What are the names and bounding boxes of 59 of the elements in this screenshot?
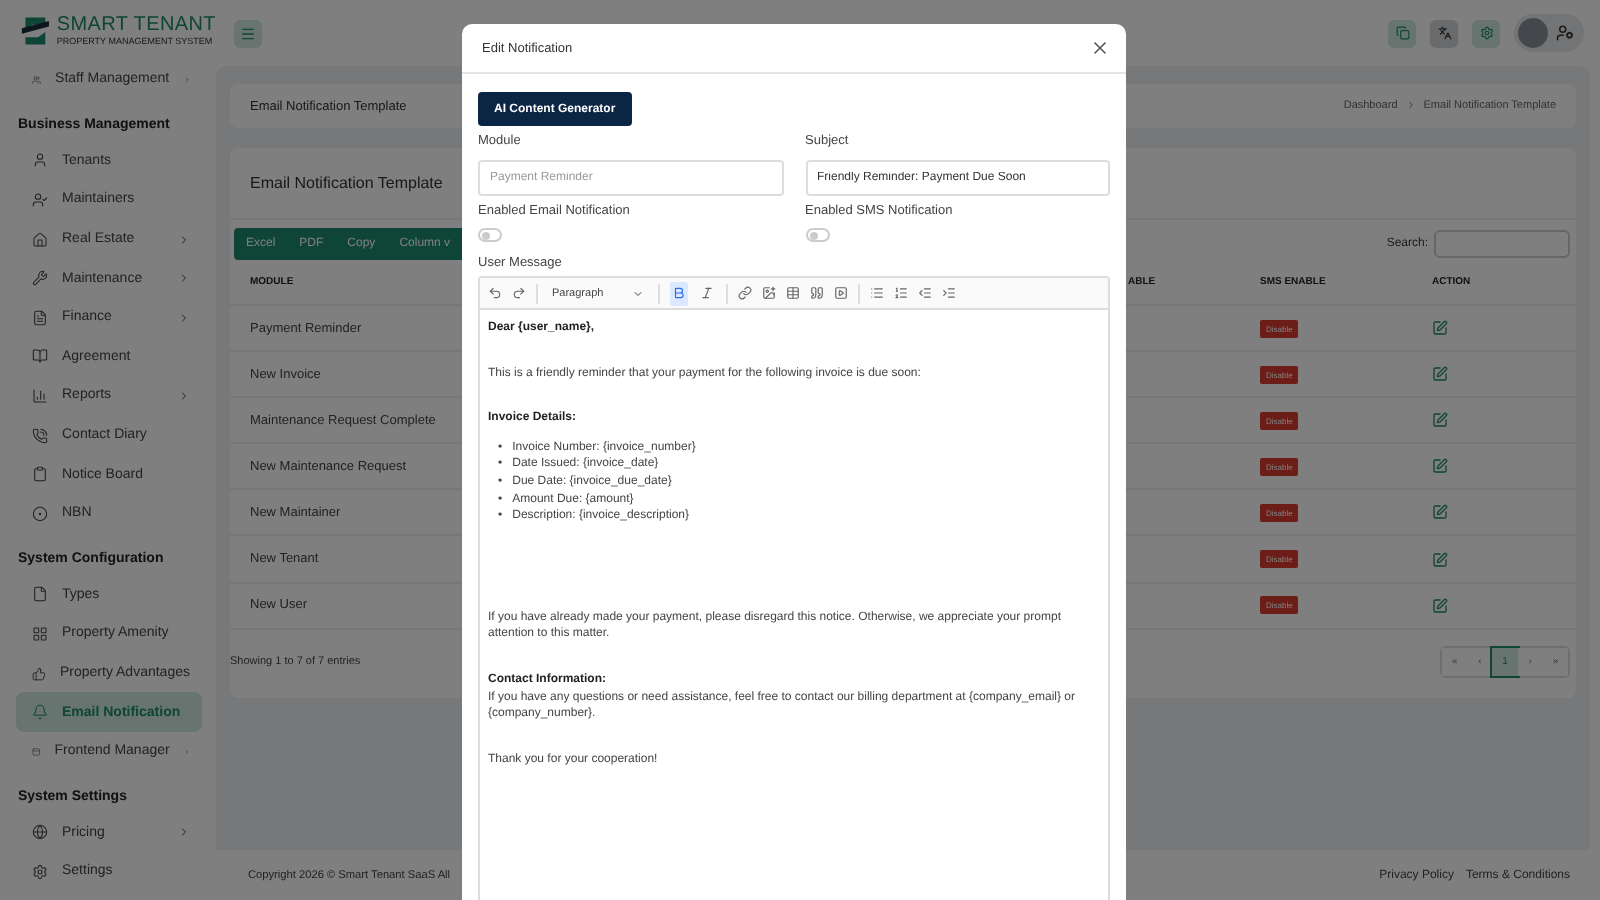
table-icon[interactable] (785, 286, 800, 300)
media-icon[interactable] (833, 286, 848, 300)
circle-dot-icon (32, 505, 48, 522)
phone-icon (32, 427, 48, 444)
outdent-icon[interactable] (917, 286, 932, 300)
bold-icon (671, 286, 686, 300)
edit-icon[interactable] (1432, 504, 1448, 521)
avatar (1518, 18, 1548, 48)
user-check-icon (32, 191, 48, 208)
users-icon (32, 71, 42, 88)
numbered-list-icon[interactable] (893, 286, 908, 300)
user-icon (32, 152, 48, 169)
edit-icon[interactable] (1432, 366, 1448, 383)
settings-icon (32, 863, 48, 880)
panel-icon (32, 743, 41, 760)
chevron-down-icon (631, 287, 644, 299)
clipboard-icon (32, 466, 48, 483)
toggle-switch[interactable] (805, 228, 829, 242)
bullet-list-icon[interactable] (869, 286, 884, 300)
quote-icon[interactable] (809, 286, 824, 300)
copy-icon (1395, 26, 1409, 40)
grid-icon (32, 625, 48, 642)
user-icon (1556, 24, 1574, 42)
edit-icon[interactable] (1432, 551, 1448, 568)
copy-button[interactable] (1388, 19, 1416, 47)
profile-button[interactable] (1514, 14, 1584, 52)
logo-icon (20, 11, 51, 49)
chevron-right-icon (1405, 100, 1416, 110)
bar-chart-icon (32, 387, 48, 404)
wrench-icon (32, 270, 48, 287)
close-icon[interactable] (1090, 38, 1110, 58)
indent-icon[interactable] (941, 286, 956, 300)
edit-icon[interactable] (1432, 320, 1448, 337)
settings-icon (1479, 26, 1493, 40)
edit-icon[interactable] (1432, 597, 1448, 614)
link-icon[interactable] (737, 286, 752, 300)
book-icon (32, 348, 48, 365)
translate-icon (1437, 26, 1451, 40)
edit-icon[interactable] (1432, 458, 1448, 475)
italic-icon (699, 286, 714, 300)
search-field[interactable] (1434, 230, 1570, 258)
bell-icon (32, 704, 48, 721)
brand-name: SMART TENANT (56, 14, 216, 36)
undo-icon[interactable] (488, 286, 502, 300)
language-button[interactable] (1430, 19, 1458, 47)
rich-text-editor[interactable] (478, 276, 1110, 900)
toggle-switch[interactable] (478, 228, 502, 242)
menu-button[interactable] (234, 19, 262, 47)
thumbs-up-icon (32, 665, 46, 682)
globe-icon (32, 824, 48, 841)
bold-button[interactable] (669, 281, 688, 305)
edit-icon[interactable] (1432, 412, 1448, 429)
image-icon[interactable] (761, 286, 776, 300)
file-icon (32, 586, 48, 603)
settings-button[interactable] (1472, 19, 1500, 47)
house-icon (32, 231, 48, 248)
redo-icon[interactable] (512, 286, 526, 300)
document-icon (32, 309, 48, 326)
menu-icon (240, 25, 256, 41)
